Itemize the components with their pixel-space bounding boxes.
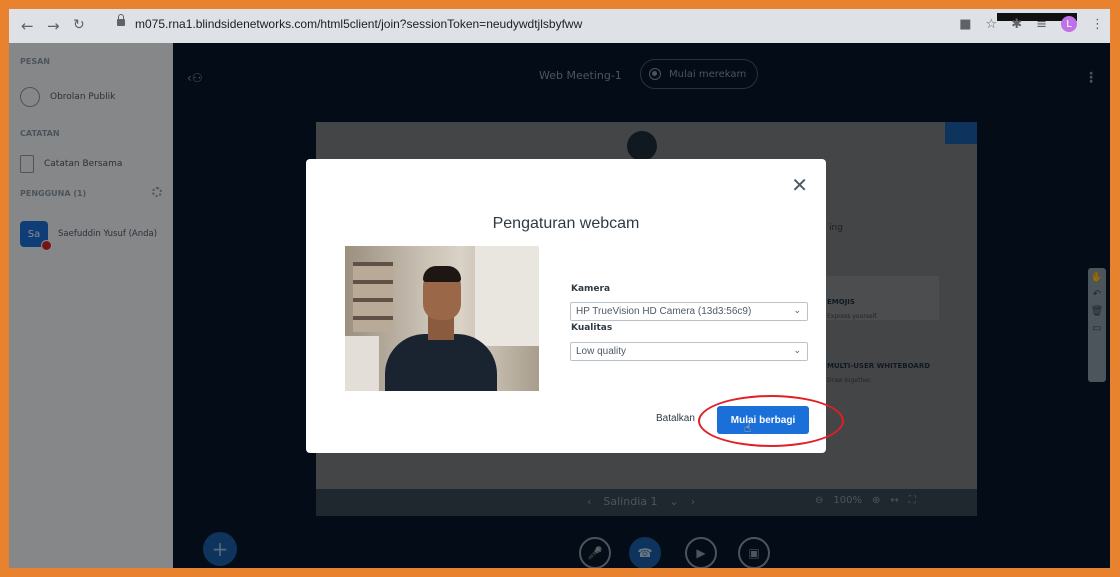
- cancel-button[interactable]: Batalkan: [656, 413, 695, 424]
- profile-avatar[interactable]: L: [1061, 16, 1077, 32]
- browser-toolbar: ← → ↻ m075.rna1.blindsidenetworks.com/ht…: [9, 9, 1110, 43]
- reload-icon[interactable]: ↻: [73, 17, 85, 33]
- camera-label: Kamera: [571, 284, 611, 294]
- forward-icon[interactable]: →: [47, 17, 60, 35]
- modal-title: Pengaturan webcam: [492, 215, 640, 232]
- lock-icon: [117, 14, 125, 26]
- camera-select[interactable]: HP TrueVision HD Camera (13d3:56c9) ⌄: [570, 302, 808, 321]
- extensions-icon[interactable]: ✱: [1011, 17, 1022, 32]
- quality-label: Kualitas: [571, 323, 613, 333]
- webcam-preview: [345, 246, 539, 391]
- address-bar[interactable]: m075.rna1.blindsidenetworks.com/html5cli…: [135, 17, 582, 31]
- highlight-annotation: [698, 395, 844, 447]
- menu-icon[interactable]: ⋮: [1091, 17, 1104, 32]
- chevron-down-icon: ⌄: [793, 345, 801, 355]
- hand-cursor-icon: ☝: [744, 421, 752, 435]
- star-icon[interactable]: ☆: [986, 17, 998, 32]
- media-icon[interactable]: ≡: [1036, 17, 1047, 32]
- chevron-down-icon: ⌄: [793, 305, 801, 315]
- quality-select[interactable]: Low quality ⌄: [570, 342, 808, 361]
- browser-window: ← → ↻ m075.rna1.blindsidenetworks.com/ht…: [9, 9, 1110, 568]
- back-icon[interactable]: ←: [21, 17, 34, 35]
- camera-icon[interactable]: ■: [959, 17, 971, 32]
- close-icon[interactable]: ✕: [791, 175, 808, 195]
